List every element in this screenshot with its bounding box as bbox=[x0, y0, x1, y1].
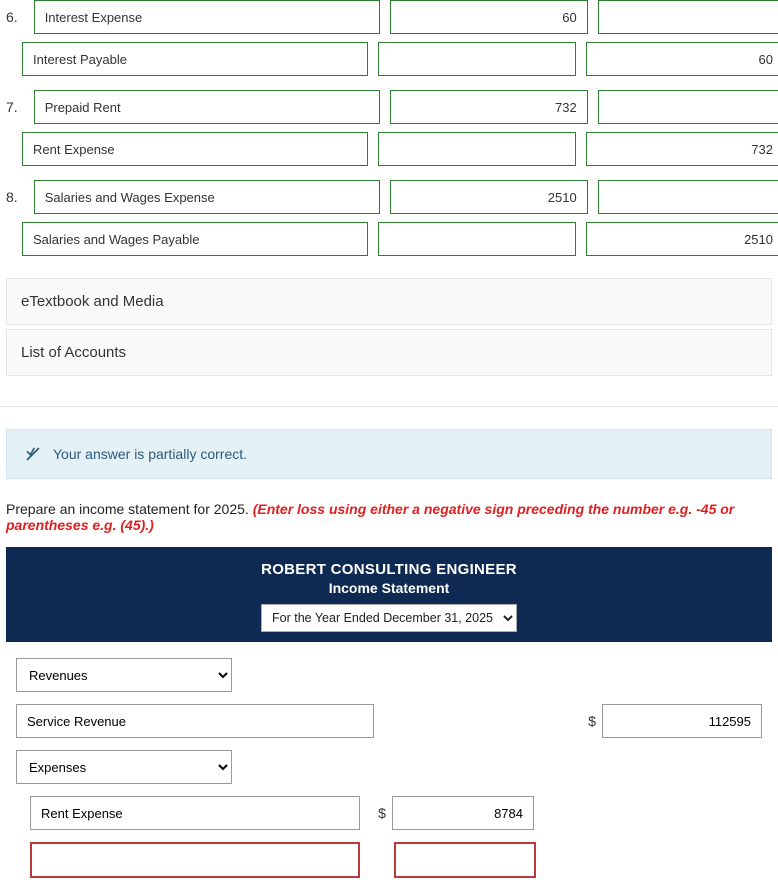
income-statement: ROBERT CONSULTING ENGINEER Income Statem… bbox=[6, 547, 772, 884]
section-divider bbox=[0, 406, 778, 407]
period-select[interactable]: For the Year Ended December 31, 2025 bbox=[261, 604, 517, 632]
instruction-text: Prepare an income statement for 2025. bbox=[6, 501, 253, 517]
debit-input[interactable] bbox=[378, 222, 576, 256]
credit-input[interactable] bbox=[586, 42, 778, 76]
statement-header: ROBERT CONSULTING ENGINEER Income Statem… bbox=[6, 547, 772, 642]
category-select-revenues[interactable]: Revenues bbox=[16, 658, 232, 692]
currency-symbol: $ bbox=[372, 805, 392, 821]
statement-body: Revenues $ Expenses $ bbox=[6, 642, 772, 884]
status-banner: Your answer is partially correct. bbox=[6, 429, 772, 479]
revenue-value-input[interactable] bbox=[602, 704, 762, 738]
credit-input[interactable] bbox=[586, 132, 778, 166]
account-input[interactable] bbox=[22, 132, 368, 166]
account-input[interactable] bbox=[34, 180, 380, 214]
row-number: 6. bbox=[6, 9, 24, 25]
credit-input[interactable] bbox=[598, 0, 778, 34]
account-input[interactable] bbox=[34, 0, 380, 34]
partial-correct-icon bbox=[25, 446, 41, 462]
statement-title: Income Statement bbox=[16, 580, 762, 596]
credit-input[interactable] bbox=[598, 90, 778, 124]
expense-value-input-pending[interactable] bbox=[394, 842, 536, 878]
debit-input[interactable] bbox=[378, 132, 576, 166]
expense-account-input-pending[interactable] bbox=[30, 842, 360, 878]
question-instructions: Prepare an income statement for 2025. (E… bbox=[0, 501, 778, 547]
row-number: 8. bbox=[6, 189, 24, 205]
revenue-account-input[interactable] bbox=[16, 704, 374, 738]
journal-row: 6. bbox=[6, 0, 772, 34]
debit-input[interactable] bbox=[390, 0, 588, 34]
etextbook-media-link[interactable]: eTextbook and Media bbox=[6, 278, 772, 325]
expense-value-input[interactable] bbox=[392, 796, 534, 830]
journal-row bbox=[6, 222, 772, 256]
journal-row: 7. bbox=[6, 90, 772, 124]
currency-symbol: $ bbox=[582, 713, 602, 729]
row-number: 7. bbox=[6, 99, 24, 115]
journal-row: 8. bbox=[6, 180, 772, 214]
credit-input[interactable] bbox=[586, 222, 778, 256]
journal-row bbox=[6, 132, 772, 166]
expense-account-input[interactable] bbox=[30, 796, 360, 830]
debit-input[interactable] bbox=[390, 180, 588, 214]
account-input[interactable] bbox=[22, 222, 368, 256]
account-input[interactable] bbox=[22, 42, 368, 76]
status-message: Your answer is partially correct. bbox=[53, 446, 247, 462]
account-input[interactable] bbox=[34, 90, 380, 124]
journal-entries: 6. 7. 8. bbox=[0, 0, 778, 274]
credit-input[interactable] bbox=[598, 180, 778, 214]
company-name: ROBERT CONSULTING ENGINEER bbox=[16, 561, 762, 578]
debit-input[interactable] bbox=[378, 42, 576, 76]
debit-input[interactable] bbox=[390, 90, 588, 124]
list-of-accounts-link[interactable]: List of Accounts bbox=[6, 329, 772, 376]
category-select-expenses[interactable]: Expenses bbox=[16, 750, 232, 784]
journal-row bbox=[6, 42, 772, 76]
